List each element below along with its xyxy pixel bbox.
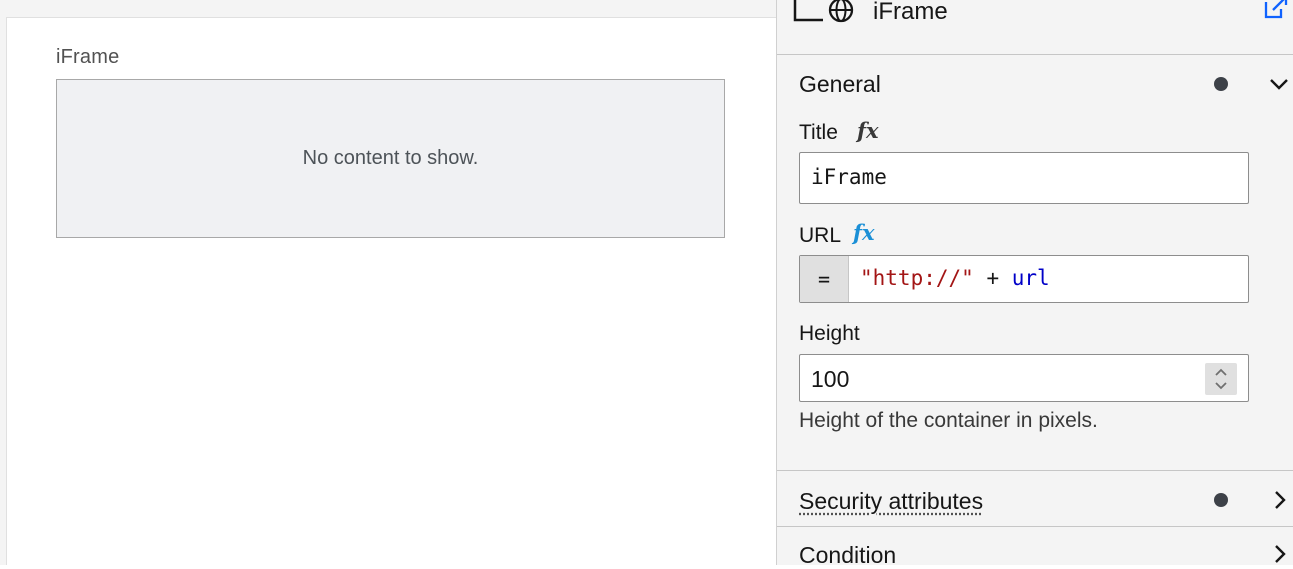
canvas-edge [0, 0, 7, 565]
url-label: URL [799, 224, 841, 248]
height-label: Height [799, 322, 860, 346]
empty-state-text: No content to show. [303, 147, 479, 170]
properties-panel: iFrame General Title fx iFrame URL fx = … [776, 0, 1293, 565]
title-input-value: iFrame [811, 165, 887, 189]
chevron-up-icon [1216, 370, 1226, 375]
chevron-right-icon[interactable] [1271, 490, 1291, 515]
url-expression-input[interactable]: = "http://" + url [799, 255, 1249, 303]
expr-operator-token: + [974, 266, 1012, 290]
panel-header: iFrame [777, 0, 1293, 55]
globe-icon [830, 0, 852, 21]
divider [777, 470, 1293, 471]
section-title-security: Security attributes [799, 488, 983, 515]
divider [777, 526, 1293, 527]
expression-prefix: = [800, 256, 849, 302]
chevron-down-icon [1216, 383, 1226, 388]
iframe-widget[interactable]: No content to show. [56, 79, 725, 238]
title-input[interactable]: iFrame [799, 152, 1249, 204]
modified-indicator [1214, 493, 1228, 507]
frame-corner-icon [795, 0, 823, 20]
expr-string-token: "http://" [860, 266, 974, 290]
widget-title: iFrame [56, 46, 119, 69]
expr-identifier-token: url [1012, 266, 1050, 290]
section-title-general: General [799, 71, 881, 98]
fx-toggle-title[interactable]: fx [857, 118, 879, 143]
canvas-top-bar [6, 0, 776, 18]
height-input-value: 100 [811, 366, 849, 393]
open-in-new-icon[interactable] [1263, 0, 1289, 25]
modified-indicator [1214, 77, 1228, 91]
expression-code: "http://" + url [860, 266, 1050, 290]
number-stepper[interactable] [1205, 363, 1237, 395]
height-helper-text: Height of the container in pixels. [799, 409, 1098, 433]
height-input[interactable]: 100 [799, 354, 1249, 402]
canvas-area: iFrame No content to show. [0, 0, 776, 565]
title-label: Title [799, 121, 838, 145]
fx-toggle-url[interactable]: fx [853, 220, 875, 245]
widget-type-icons [791, 0, 861, 31]
chevron-down-icon[interactable] [1269, 74, 1289, 99]
chevron-right-icon[interactable] [1271, 544, 1291, 569]
panel-title: iFrame [873, 0, 948, 26]
